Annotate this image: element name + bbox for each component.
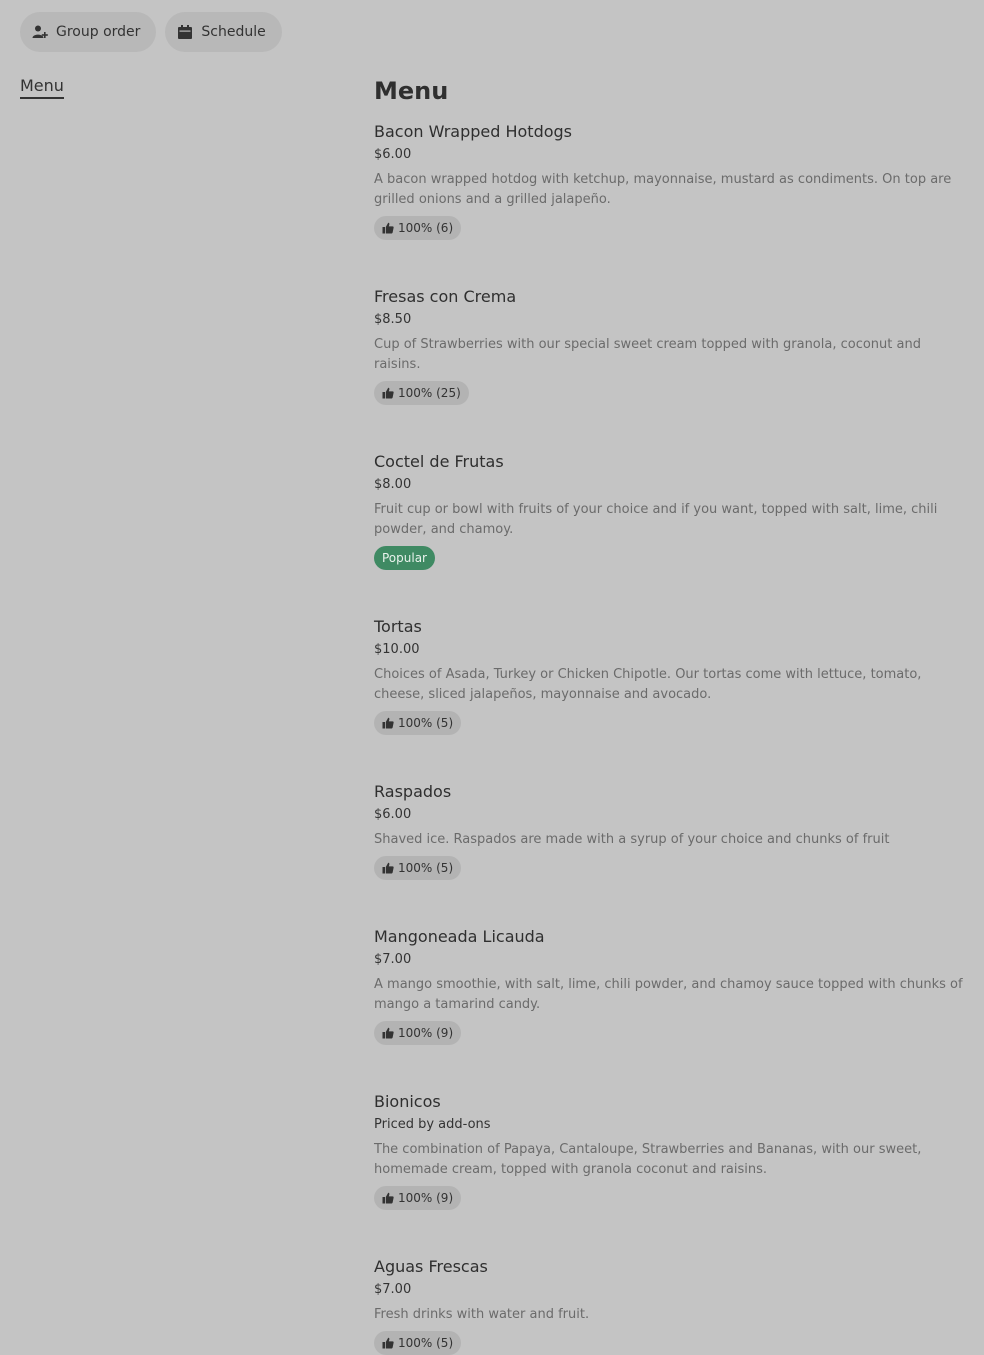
calendar-icon bbox=[177, 24, 193, 40]
top-toolbar: Group order Schedule bbox=[20, 12, 282, 52]
item-name: Tortas bbox=[374, 617, 422, 636]
rating-text: 100% (9) bbox=[398, 1026, 454, 1040]
item-badges: 100% (5) bbox=[374, 856, 964, 880]
menu-section: Menu Bacon Wrapped Hotdogs $6.00 A bacon w… bbox=[374, 77, 964, 1355]
rating-text: 100% (25) bbox=[398, 386, 461, 400]
item-spacer bbox=[374, 405, 964, 451]
sidebar-item-menu[interactable]: Menu bbox=[20, 76, 64, 99]
menu-item[interactable]: Coctel de Frutas $8.00 Fruit cup or bowl w… bbox=[374, 451, 964, 570]
item-price: $8.50 bbox=[374, 312, 412, 327]
rating-text: 100% (5) bbox=[398, 716, 454, 730]
item-name: Raspados bbox=[374, 782, 452, 801]
item-badges: Popular bbox=[374, 546, 964, 570]
group-order-button[interactable]: Group order bbox=[20, 12, 157, 52]
page-title: Menu bbox=[374, 77, 449, 105]
person-add-icon bbox=[32, 24, 48, 40]
item-spacer bbox=[374, 1045, 964, 1091]
group-order-label: Group order bbox=[56, 24, 141, 40]
menu-item[interactable]: Bionicos Priced by add-ons The combination… bbox=[374, 1091, 964, 1210]
rating-badge: 100% (6) bbox=[374, 216, 462, 240]
schedule-button[interactable]: Schedule bbox=[165, 12, 282, 52]
item-badges: 100% (25) bbox=[374, 381, 964, 405]
item-price: $7.00 bbox=[374, 952, 412, 967]
item-description: Fresh drinks with water and fruit. bbox=[374, 1307, 590, 1322]
item-spacer bbox=[374, 240, 964, 286]
item-badges: 100% (5) bbox=[374, 1331, 964, 1355]
menu-item[interactable]: Tortas $10.00 Choices of Asada, Turkey or … bbox=[374, 616, 964, 735]
item-price: $10.00 bbox=[374, 642, 420, 657]
item-name: Bionicos bbox=[374, 1092, 441, 1111]
item-spacer bbox=[374, 1210, 964, 1256]
thumbs-up-icon bbox=[382, 1337, 394, 1349]
menu-item[interactable]: Aguas Frescas $7.00 Fresh drinks with wate… bbox=[374, 1256, 964, 1355]
rating-badge: 100% (5) bbox=[374, 1331, 462, 1355]
menu-item[interactable]: Fresas con Crema $8.50 Cup of Strawberries… bbox=[374, 286, 964, 405]
item-spacer bbox=[374, 880, 964, 926]
item-description: Shaved ice. Raspados are made with a syr… bbox=[374, 832, 890, 847]
item-price: $8.00 bbox=[374, 477, 412, 492]
item-description: A mango smoothie, with salt, lime, chili… bbox=[374, 977, 963, 1012]
schedule-label: Schedule bbox=[201, 24, 266, 40]
item-badges: 100% (9) bbox=[374, 1186, 964, 1210]
item-name: Fresas con Crema bbox=[374, 287, 517, 306]
item-name: Mangoneada Licauda bbox=[374, 927, 545, 946]
rating-text: 100% (9) bbox=[398, 1191, 454, 1205]
item-price: Priced by add-ons bbox=[374, 1117, 491, 1132]
thumbs-up-icon bbox=[382, 387, 394, 399]
rating-badge: 100% (5) bbox=[374, 711, 462, 735]
thumbs-up-icon bbox=[382, 862, 394, 874]
rating-text: 100% (6) bbox=[398, 221, 454, 235]
rating-badge: 100% (9) bbox=[374, 1021, 462, 1045]
item-name: Bacon Wrapped Hotdogs bbox=[374, 122, 573, 141]
thumbs-up-icon bbox=[382, 222, 394, 234]
thumbs-up-icon bbox=[382, 1192, 394, 1204]
item-name: Coctel de Frutas bbox=[374, 452, 504, 471]
menu-item-list: Bacon Wrapped Hotdogs $6.00 A bacon wrappe… bbox=[374, 121, 964, 1355]
item-description: Cup of Strawberries with our special swe… bbox=[374, 337, 921, 372]
item-badges: 100% (5) bbox=[374, 711, 964, 735]
item-badges: 100% (6) bbox=[374, 216, 964, 240]
item-spacer bbox=[374, 570, 964, 616]
item-description: Fruit cup or bowl with fruits of your ch… bbox=[374, 502, 938, 537]
item-price: $6.00 bbox=[374, 147, 412, 162]
sidebar: Menu bbox=[20, 76, 64, 99]
thumbs-up-icon bbox=[382, 1027, 394, 1039]
item-badges: 100% (9) bbox=[374, 1021, 964, 1045]
thumbs-up-icon bbox=[382, 717, 394, 729]
rating-text: 100% (5) bbox=[398, 861, 454, 875]
menu-item[interactable]: Bacon Wrapped Hotdogs $6.00 A bacon wrappe… bbox=[374, 121, 964, 240]
item-description: The combination of Papaya, Cantaloupe, S… bbox=[374, 1142, 922, 1177]
rating-text: 100% (5) bbox=[398, 1336, 454, 1350]
item-spacer bbox=[374, 735, 964, 781]
popular-badge: Popular bbox=[374, 546, 435, 570]
rating-badge: 100% (25) bbox=[374, 381, 469, 405]
item-description: Choices of Asada, Turkey or Chicken Chip… bbox=[374, 667, 922, 702]
item-description: A bacon wrapped hotdog with ketchup, may… bbox=[374, 172, 952, 207]
menu-item[interactable]: Mangoneada Licauda $7.00 A mango smoothie,… bbox=[374, 926, 964, 1045]
rating-badge: 100% (9) bbox=[374, 1186, 462, 1210]
item-price: $6.00 bbox=[374, 807, 412, 822]
item-price: $7.00 bbox=[374, 1282, 412, 1297]
menu-item[interactable]: Raspados $6.00 Shaved ice. Raspados are ma… bbox=[374, 781, 964, 880]
rating-badge: 100% (5) bbox=[374, 856, 462, 880]
